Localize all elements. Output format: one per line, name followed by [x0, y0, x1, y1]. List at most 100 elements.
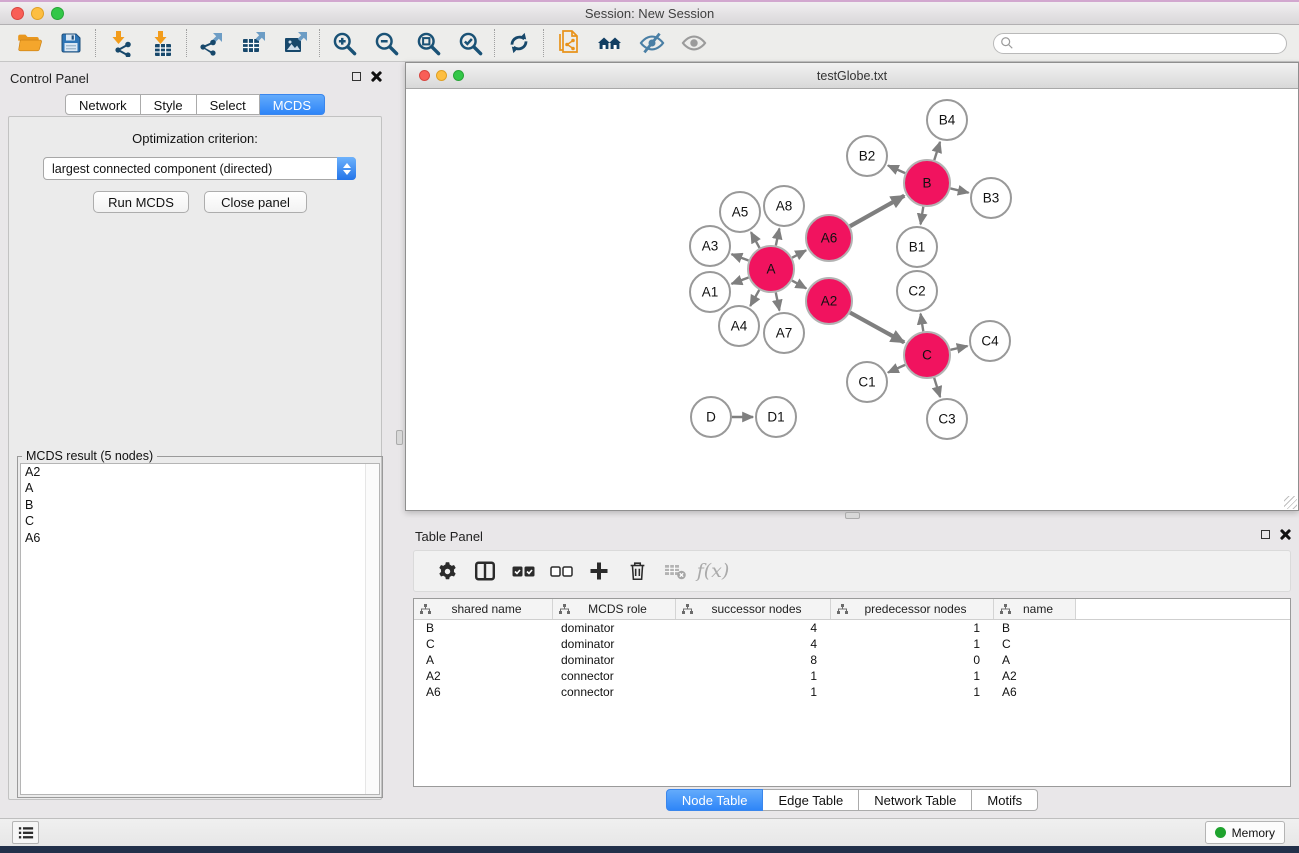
create-column-button[interactable]	[580, 553, 618, 589]
run-mcds-button[interactable]: Run MCDS	[93, 191, 189, 213]
tab-node-table[interactable]: Node Table	[666, 789, 764, 811]
memory-button[interactable]: Memory	[1205, 821, 1285, 844]
column-header-successor-nodes[interactable]: successor nodes	[676, 599, 831, 619]
export-network-button[interactable]	[190, 26, 232, 60]
edge-C-C2[interactable]	[921, 314, 924, 332]
zoom-out-button[interactable]	[365, 26, 407, 60]
node-A5[interactable]: A5	[720, 192, 760, 232]
node-A7[interactable]: A7	[764, 313, 804, 353]
node-B2[interactable]: B2	[847, 136, 887, 176]
function-builder-button[interactable]: f(x)	[694, 553, 732, 589]
node-A1[interactable]: A1	[690, 272, 730, 312]
mcds-result-item[interactable]: A	[21, 480, 379, 496]
edge-C-C1[interactable]	[888, 365, 905, 373]
network-canvas[interactable]: A5A8A6A3AA1A2A4A7B2B4BB3B1C2C4CC1C3DD1	[406, 89, 1298, 510]
tab-edge-table[interactable]: Edge Table	[763, 789, 859, 811]
node-C[interactable]: C	[904, 332, 950, 378]
node-A4[interactable]: A4	[719, 306, 759, 346]
new-network-from-selection-button[interactable]	[547, 26, 589, 60]
search-input[interactable]	[1014, 36, 1286, 50]
node-B1[interactable]: B1	[897, 227, 937, 267]
edge-A2-C[interactable]	[850, 313, 904, 343]
node-A3[interactable]: A3	[690, 226, 730, 266]
network-graph[interactable]: A5A8A6A3AA1A2A4A7B2B4BB3B1C2C4CC1C3DD1	[406, 89, 1298, 510]
float-panel-icon[interactable]	[352, 72, 361, 81]
refresh-button[interactable]	[498, 26, 540, 60]
edge-A-A8[interactable]	[776, 229, 780, 246]
table-row[interactable]: Bdominator41B	[414, 620, 1290, 636]
table-row[interactable]: A6connector11A6	[414, 684, 1290, 700]
import-table-button[interactable]	[141, 26, 183, 60]
edge-A-A4[interactable]	[750, 290, 759, 306]
first-neighbors-button[interactable]	[589, 26, 631, 60]
table-row[interactable]: Adominator80A	[414, 652, 1290, 668]
node-A8[interactable]: A8	[764, 186, 804, 226]
edge-A-A6[interactable]	[792, 250, 806, 257]
hide-selected-button[interactable]	[631, 26, 673, 60]
tab-style[interactable]: Style	[141, 94, 197, 115]
network-window-titlebar[interactable]: testGlobe.txt	[406, 63, 1298, 89]
close-panel-button[interactable]: Close panel	[204, 191, 307, 213]
tab-mcds[interactable]: MCDS	[260, 94, 325, 115]
window-resize-grip[interactable]	[1284, 496, 1297, 509]
edge-A-A7[interactable]	[776, 293, 780, 311]
show-all-button[interactable]	[673, 26, 715, 60]
edge-A6-B[interactable]	[850, 196, 904, 227]
table-row[interactable]: A2connector11A2	[414, 668, 1290, 684]
edge-A-A5[interactable]	[751, 232, 760, 248]
close-panel-icon[interactable]	[371, 71, 382, 82]
edge-A-A1[interactable]	[732, 277, 749, 283]
zoom-selected-button[interactable]	[449, 26, 491, 60]
zoom-fit-button[interactable]	[407, 26, 449, 60]
criterion-select[interactable]: largest connected component (directed)	[43, 157, 356, 180]
table-row[interactable]: Cdominator41C	[414, 636, 1290, 652]
edge-B-B3[interactable]	[950, 188, 968, 192]
vertical-splitter-handle[interactable]	[396, 430, 403, 445]
mcds-result-item[interactable]: A6	[21, 530, 379, 546]
zoom-in-button[interactable]	[323, 26, 365, 60]
column-header-mcds-role[interactable]: MCDS role	[553, 599, 676, 619]
edge-A-A3[interactable]	[732, 254, 749, 260]
open-session-button[interactable]	[8, 26, 50, 60]
mcds-result-item[interactable]: B	[21, 497, 379, 513]
node-D1[interactable]: D1	[756, 397, 796, 437]
edge-B-B1[interactable]	[921, 207, 924, 225]
select-columns-button[interactable]	[466, 553, 504, 589]
mcds-result-list[interactable]: A2ABCA6	[20, 463, 380, 795]
tab-network-table[interactable]: Network Table	[859, 789, 972, 811]
node-B3[interactable]: B3	[971, 178, 1011, 218]
task-history-button[interactable]	[12, 821, 39, 844]
node-C3[interactable]: C3	[927, 399, 967, 439]
node-D[interactable]: D	[691, 397, 731, 437]
node-C2[interactable]: C2	[897, 271, 937, 311]
column-header-shared-name[interactable]: shared name	[414, 599, 553, 619]
hide-all-columns-button[interactable]	[542, 553, 580, 589]
delete-table-button[interactable]	[656, 553, 694, 589]
float-panel-icon[interactable]	[1261, 530, 1270, 539]
export-image-button[interactable]	[274, 26, 316, 60]
tab-network[interactable]: Network	[65, 94, 141, 115]
mcds-result-item[interactable]: C	[21, 513, 379, 529]
scrollbar-track[interactable]	[365, 464, 379, 794]
search-box[interactable]	[993, 33, 1287, 54]
import-network-button[interactable]	[99, 26, 141, 60]
node-C1[interactable]: C1	[847, 362, 887, 402]
table-settings-button[interactable]	[428, 553, 466, 589]
node-B4[interactable]: B4	[927, 100, 967, 140]
tab-motifs[interactable]: Motifs	[972, 789, 1038, 811]
column-header-name[interactable]: name	[994, 599, 1076, 619]
delete-column-button[interactable]	[618, 553, 656, 589]
column-header-predecessor-nodes[interactable]: predecessor nodes	[831, 599, 994, 619]
close-panel-icon[interactable]	[1280, 529, 1291, 540]
node-C4[interactable]: C4	[970, 321, 1010, 361]
node-A6[interactable]: A6	[806, 215, 852, 261]
edge-C-C3[interactable]	[934, 378, 940, 397]
horizontal-splitter-handle[interactable]	[845, 512, 860, 519]
edge-B-B2[interactable]	[888, 165, 905, 173]
export-table-button[interactable]	[232, 26, 274, 60]
tab-select[interactable]: Select	[197, 94, 260, 115]
mcds-result-item[interactable]: A2	[21, 464, 379, 480]
edge-B-B4[interactable]	[934, 142, 940, 160]
save-session-button[interactable]	[50, 26, 92, 60]
node-A2[interactable]: A2	[806, 278, 852, 324]
